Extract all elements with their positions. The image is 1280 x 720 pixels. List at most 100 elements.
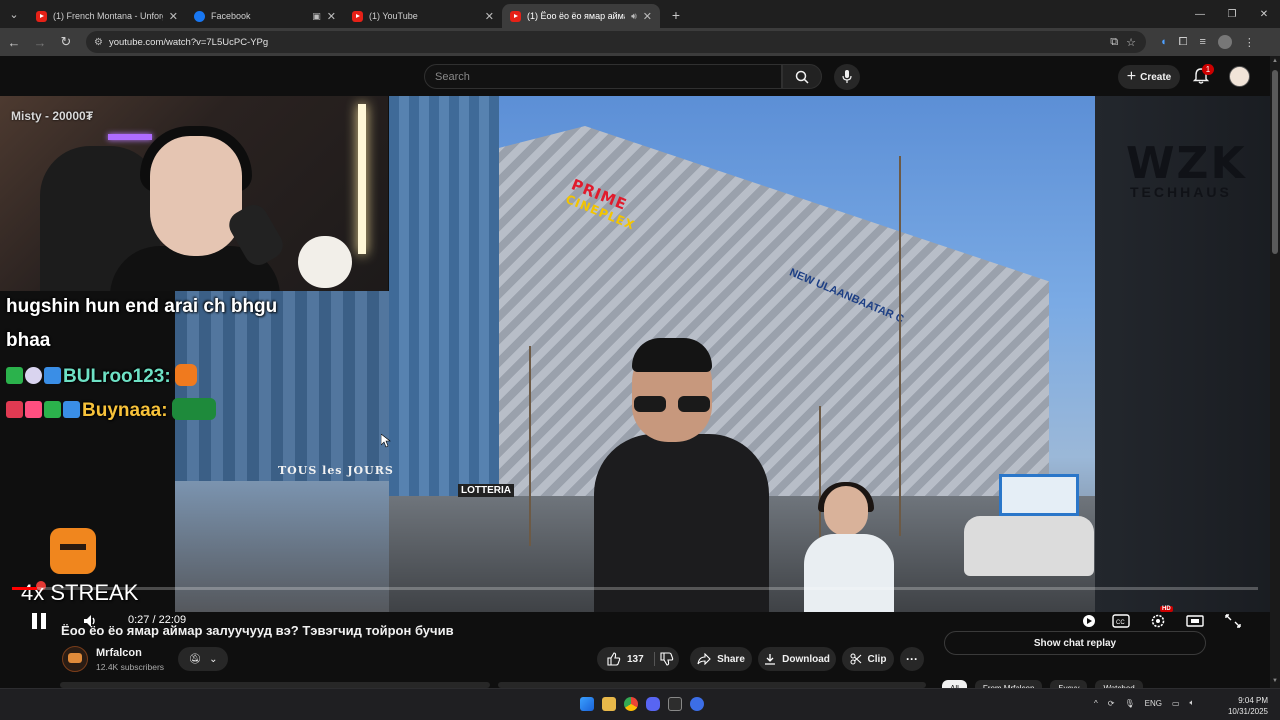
tab-facebook[interactable]: Facebook ▣ ✕: [186, 4, 344, 28]
autoplay-icon[interactable]: [1080, 613, 1098, 629]
close-tab-icon[interactable]: ✕: [169, 10, 178, 23]
scrollbar-thumb[interactable]: [1272, 70, 1278, 254]
streamer-webcam: [0, 96, 388, 291]
voice-search-button[interactable]: [834, 64, 860, 90]
subtitles-icon[interactable]: CC: [1112, 613, 1130, 629]
close-window-icon[interactable]: ✕: [1248, 0, 1280, 28]
address-bar[interactable]: ⚙︎ youtube.com/watch?v=7L5UcPC-YPg ⧉ ☆: [86, 31, 1146, 53]
youtube-icon: [352, 10, 363, 22]
restore-icon[interactable]: ❐: [1216, 0, 1248, 28]
video-player[interactable]: WZK TECHHAUS PRIME CINEPLEX NEW ULAANBAAT…: [0, 96, 1270, 629]
hd-badge: HD: [1160, 606, 1173, 612]
tab-label: (1) YouTube: [369, 11, 418, 21]
speaker-icon[interactable]: 🔈︎: [1190, 698, 1195, 708]
theater-mode-icon[interactable]: [1186, 613, 1204, 629]
channel-avatar[interactable]: [62, 646, 88, 672]
reload-button[interactable]: ↻: [54, 30, 78, 54]
progress-bar[interactable]: [12, 587, 1258, 590]
file-explorer-icon[interactable]: [602, 697, 616, 711]
bookmark-star-icon[interactable]: ☆: [1126, 36, 1136, 49]
tray-chevron-icon[interactable]: ^: [1094, 699, 1098, 708]
account-avatar[interactable]: [1229, 66, 1250, 87]
tab-search-icon[interactable]: ⌄: [0, 0, 28, 28]
more-actions-button[interactable]: ···: [900, 647, 924, 671]
youtube-icon: [510, 10, 521, 22]
sync-icon[interactable]: ⟳: [1108, 699, 1115, 708]
chip-related[interactable]: Бусуу: [1050, 680, 1088, 688]
windows-start-icon[interactable]: [580, 697, 594, 711]
app-icon[interactable]: [690, 697, 704, 711]
chrome-icon[interactable]: [624, 697, 638, 711]
plus-icon: +: [1126, 68, 1137, 85]
show-chat-replay-button[interactable]: Show chat replay: [944, 631, 1206, 655]
fullscreen-icon[interactable]: [1224, 613, 1242, 629]
taskbar-apps: [580, 697, 704, 711]
microphone-tray-icon[interactable]: 🎙︎: [1124, 699, 1134, 708]
pause-icon[interactable]: [32, 613, 46, 629]
create-button[interactable]: + Create: [1118, 65, 1180, 89]
flag-badge-icon: [63, 401, 80, 418]
audio-playing-icon[interactable]: 🔊︎: [631, 11, 637, 22]
scroll-down-icon[interactable]: ▼: [1272, 678, 1278, 684]
discord-icon[interactable]: [646, 697, 660, 711]
notification-badge: 1: [1202, 64, 1214, 75]
techhaus-text: TECHHAUS: [1130, 184, 1232, 200]
tab-active-video[interactable]: (1) Ёоо ёо ёо ямар аймар 🔊︎ ✕: [502, 4, 660, 28]
streamer-name-label: Misty - 20000₮: [11, 109, 94, 123]
video-frame: PRIME CINEPLEX NEW ULAANBAATAR C: [389, 96, 1095, 612]
close-tab-icon[interactable]: ✕: [643, 10, 652, 23]
language-indicator[interactable]: ENG: [1145, 699, 1162, 708]
tab-youtube[interactable]: (1) YouTube ✕: [344, 4, 502, 28]
system-tray: ^ ⟳ 🎙︎ ENG ▭ 🔈︎: [1094, 698, 1194, 708]
chip-watched[interactable]: Watched: [1095, 680, 1143, 688]
close-tab-icon[interactable]: ✕: [327, 10, 336, 23]
search-button[interactable]: [782, 64, 822, 89]
share-button[interactable]: Share: [690, 647, 752, 671]
clip-button[interactable]: Clip: [842, 647, 894, 671]
first-badge-icon: [44, 401, 61, 418]
heart-badge-icon: [25, 401, 42, 418]
chevron-down-icon: ⌄: [209, 653, 218, 665]
scroll-up-icon[interactable]: ▲: [1272, 58, 1278, 64]
first-badge-icon: [6, 367, 23, 384]
thumbs-down-icon[interactable]: [660, 652, 674, 666]
profile-avatar[interactable]: [1217, 35, 1232, 49]
channel-name-link[interactable]: Mrfalcon: [96, 647, 142, 659]
extension-icon[interactable]: ◖: [1160, 36, 1167, 48]
tab-french-montana[interactable]: (1) French Montana - Unforgett ✕: [28, 4, 186, 28]
close-tab-icon[interactable]: ✕: [485, 10, 494, 23]
bare-tree: [899, 156, 901, 536]
minimize-icon[interactable]: —: [1184, 0, 1216, 28]
create-label: Create: [1140, 71, 1172, 83]
install-app-icon[interactable]: ⧉: [1110, 36, 1118, 49]
url-text: youtube.com/watch?v=7L5UcPC-YPg: [108, 36, 269, 48]
back-button[interactable]: ←: [2, 30, 26, 54]
sword-badge-icon: [6, 401, 23, 418]
bell-off-icon: 🔕︎: [188, 653, 202, 665]
browser-menu-icon[interactable]: ⋮: [1244, 36, 1255, 49]
chip-all[interactable]: All: [942, 680, 967, 688]
site-info-icon[interactable]: ⚙︎: [94, 37, 103, 48]
extensions-puzzle-icon[interactable]: ⧠: [1179, 36, 1188, 49]
media-controls-icon[interactable]: ≡: [1199, 36, 1205, 48]
clock-time: 9:04 PM: [1238, 696, 1268, 705]
network-icon[interactable]: ▭: [1172, 699, 1180, 708]
thumbs-up-icon: [607, 652, 621, 666]
glass-building: [389, 96, 499, 496]
settings-gear-icon[interactable]: [1149, 613, 1167, 629]
woman-figure: [804, 482, 894, 612]
page-scrollbar[interactable]: ▲ ▼: [1270, 56, 1280, 688]
subscribed-button[interactable]: 🔕︎ ⌄: [178, 647, 228, 671]
search-input[interactable]: Search: [424, 64, 782, 89]
obs-icon[interactable]: [668, 697, 682, 711]
like-button[interactable]: 137: [607, 652, 644, 666]
progress-fill: [12, 587, 37, 590]
tab-label: (1) Ёоо ёо ёо ямар аймар: [527, 11, 626, 21]
chip-from-channel[interactable]: From Mrfalcon: [974, 680, 1043, 688]
new-tab-button[interactable]: +: [664, 3, 688, 27]
system-clock[interactable]: 9:04 PM 10/31/2025: [1208, 695, 1268, 717]
chat-user-line: BULroo123:: [6, 364, 197, 388]
scissors-icon: [850, 653, 861, 665]
forward-button[interactable]: →: [28, 30, 52, 54]
download-button[interactable]: Download: [758, 647, 836, 671]
